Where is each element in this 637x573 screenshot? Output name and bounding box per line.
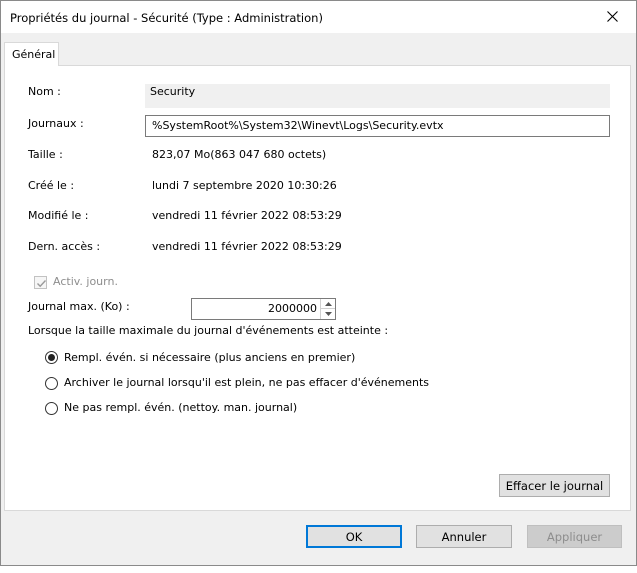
modified-label: Modifié le : xyxy=(28,209,89,222)
background-window-edge xyxy=(0,566,637,573)
title-bar[interactable]: Propriétés du journal - Sécurité (Type :… xyxy=(1,1,636,33)
policy-label: Lorsque la taille maximale du journal d'… xyxy=(28,324,389,337)
name-field: Security xyxy=(145,84,610,108)
radio-overwrite-as-needed[interactable] xyxy=(45,351,58,364)
accessed-value: vendredi 11 février 2022 08:53:29 xyxy=(152,240,342,253)
close-icon xyxy=(607,11,618,22)
chevron-up-icon xyxy=(325,302,332,306)
close-button[interactable] xyxy=(590,1,636,33)
apply-button-label: Appliquer xyxy=(546,530,603,544)
radio-do-not-overwrite[interactable] xyxy=(45,402,58,415)
checkmark-icon xyxy=(37,280,47,288)
radio-do-not-overwrite-label[interactable]: Ne pas rempl. évén. (nettoy. man. journa… xyxy=(64,401,297,414)
radio-overwrite-as-needed-label[interactable]: Rempl. évén. si nécessaire (plus anciens… xyxy=(64,351,355,364)
clear-log-button[interactable]: Effacer le journal xyxy=(499,474,610,497)
cancel-button-label: Annuler xyxy=(441,530,487,544)
radio-archive-when-full-label[interactable]: Archiver le journal lorsqu'il est plein,… xyxy=(64,376,429,389)
clear-log-button-label: Effacer le journal xyxy=(505,479,604,493)
path-value: %SystemRoot%\System32\Winevt\Logs\Securi… xyxy=(152,119,444,132)
created-value: lundi 7 septembre 2020 10:30:26 xyxy=(152,179,337,192)
enable-logging-label: Activ. journ. xyxy=(53,275,118,288)
radio-archive-when-full[interactable] xyxy=(45,377,58,390)
max-size-input[interactable]: 2000000 xyxy=(191,298,336,320)
created-label: Créé le : xyxy=(28,179,75,192)
enable-logging-checkbox[interactable] xyxy=(34,276,47,289)
tab-general[interactable]: Général xyxy=(4,42,59,66)
name-value: Security xyxy=(150,85,196,98)
log-properties-dialog: Propriétés du journal - Sécurité (Type :… xyxy=(0,0,637,566)
max-size-value: 2000000 xyxy=(268,302,317,315)
cancel-button[interactable]: Annuler xyxy=(416,525,512,548)
ok-button-label: OK xyxy=(345,530,363,544)
size-label: Taille : xyxy=(28,148,63,161)
window-title: Propriétés du journal - Sécurité (Type :… xyxy=(10,11,323,25)
chevron-down-icon xyxy=(325,312,332,316)
max-size-label: Journal max. (Ko) : xyxy=(28,300,130,313)
path-label: Journaux : xyxy=(28,117,84,130)
accessed-label: Dern. accès : xyxy=(28,240,101,253)
modified-value: vendredi 11 février 2022 08:53:29 xyxy=(152,209,342,222)
path-input[interactable]: %SystemRoot%\System32\Winevt\Logs\Securi… xyxy=(145,115,610,137)
spin-up-button[interactable] xyxy=(321,299,335,309)
size-value: 823,07 Mo(863 047 680 octets) xyxy=(152,148,327,161)
ok-button[interactable]: OK xyxy=(306,525,402,548)
tab-general-label: Général xyxy=(12,48,56,61)
name-label: Nom : xyxy=(28,85,61,98)
spin-down-button[interactable] xyxy=(321,309,335,319)
max-size-spinner xyxy=(320,299,335,319)
apply-button[interactable]: Appliquer xyxy=(527,525,622,548)
